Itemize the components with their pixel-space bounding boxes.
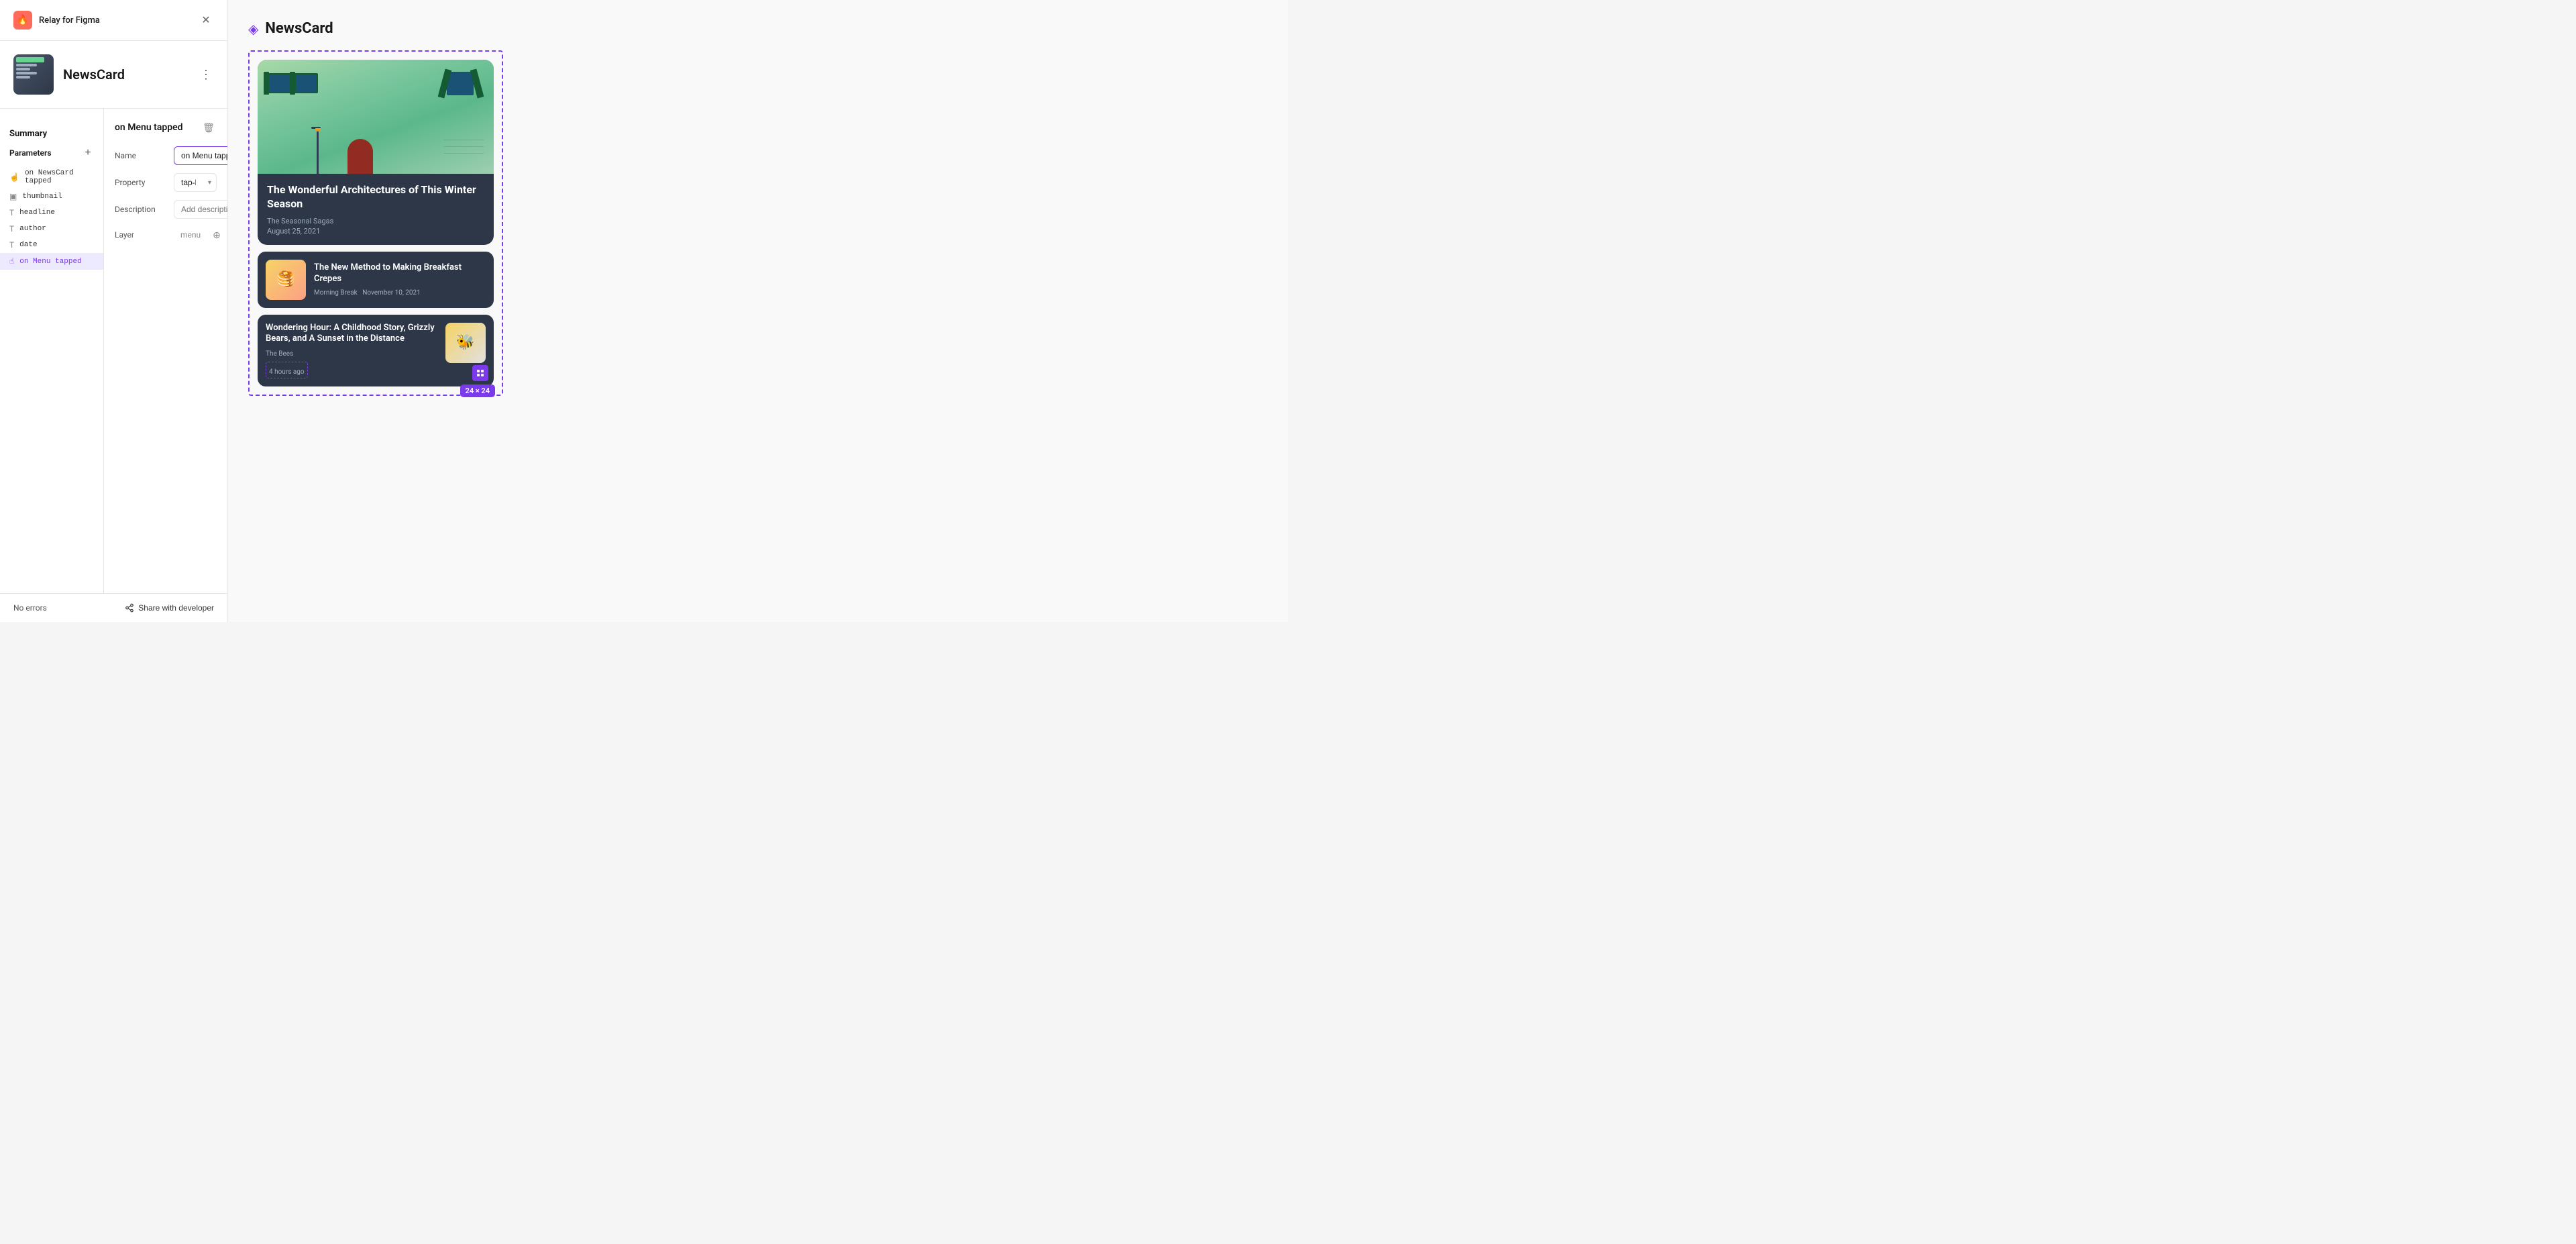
name-label: Name [115, 151, 168, 160]
bee-card: Wondering Hour: A Childhood Story, Grizz… [258, 315, 494, 387]
bee-date-selected: 4 hours ago [266, 362, 308, 378]
tap-icon: ☝ [9, 172, 19, 182]
tap-icon: ☝ [9, 256, 14, 266]
relay-icon: ◈ [248, 21, 258, 37]
bee-image: 🐝 [445, 323, 486, 363]
description-input[interactable] [174, 200, 227, 219]
menu-dot [477, 370, 480, 372]
params-header: Parameters + [0, 147, 103, 166]
component-info: NewsCard [13, 54, 125, 95]
property-label: Property [115, 178, 168, 187]
description-field-row: Description [115, 200, 217, 219]
layer-label: Layer [115, 230, 168, 240]
panel-footer: No errors Share with developer [0, 593, 227, 622]
crepe-title: The New Method to Making Breakfast Crepe… [314, 262, 486, 285]
param-name: on NewsCard tapped [25, 169, 94, 185]
params-section: Summary Parameters + ☝ on NewsCard tappe… [0, 109, 104, 593]
text-icon: T [9, 208, 14, 217]
property-select-wrapper: tap-handler click-handler swipe-handler … [174, 173, 217, 192]
right-panel: ◈ NewsCard [228, 0, 1288, 622]
param-name: author [19, 225, 46, 233]
layer-value: menu [174, 230, 207, 240]
component-header: NewsCard ⋮ [0, 41, 227, 109]
preview-title-row: ◈ NewsCard [248, 20, 333, 37]
property-field-row: Property tap-handler click-handler swipe… [115, 173, 217, 192]
news-card-inner: The Wonderful Architectures of This Wint… [258, 60, 494, 386]
param-item-date[interactable]: T date [0, 237, 103, 253]
no-errors-label: No errors [13, 603, 47, 613]
summary-tab: Summary [0, 119, 103, 139]
param-item-author[interactable]: T author [0, 221, 103, 237]
crepe-date: November 10, 2021 [362, 289, 421, 297]
app-title: Relay for Figma [39, 15, 100, 25]
menu-dot [481, 374, 484, 376]
crepe-author: Morning Break [314, 289, 358, 297]
target-button[interactable]: ⊕ [213, 227, 221, 243]
name-field-row: Name [115, 146, 217, 165]
left-panel: 🔥 Relay for Figma ✕ NewsCard ⋮ [0, 0, 228, 622]
param-name: on Menu tapped [19, 258, 81, 266]
params-label: Parameters [9, 148, 52, 158]
size-badge: 24 × 24 [460, 384, 495, 397]
crepe-image-art: 🥞 [266, 260, 306, 300]
featured-date: August 25, 2021 [267, 227, 484, 236]
summary-label: Summary [9, 129, 94, 139]
property-select[interactable]: tap-handler click-handler swipe-handler [174, 173, 217, 192]
add-param-button[interactable]: + [82, 147, 94, 159]
param-item-on-menu-tapped[interactable]: ☝ on Menu tapped [0, 253, 103, 270]
layer-field-row: Layer menu ⊕ [115, 227, 217, 243]
menu-dots [477, 370, 484, 376]
crepe-card-content: The New Method to Making Breakfast Crepe… [314, 262, 486, 297]
crepe-image: 🥞 [266, 260, 306, 300]
featured-author: The Seasonal Sagas [267, 217, 484, 225]
news-card-preview: The Wonderful Architectures of This Wint… [248, 50, 503, 396]
app-header-left: 🔥 Relay for Figma [13, 11, 100, 30]
bee-title: Wondering Hour: A Childhood Story, Grizz… [266, 323, 439, 346]
description-label: Description [115, 205, 168, 214]
app-logo: 🔥 [13, 11, 32, 30]
bee-date: 4 hours ago [269, 368, 305, 376]
menu-dot [477, 374, 480, 376]
name-input[interactable] [174, 146, 227, 165]
featured-content: The Wonderful Architectures of This Wint… [258, 174, 494, 245]
menu-icon-overlay [472, 365, 488, 381]
bee-author: The Bees [266, 350, 439, 358]
menu-dot [481, 370, 484, 372]
param-name: headline [19, 209, 55, 217]
bee-card-text: Wondering Hour: A Childhood Story, Grizz… [266, 323, 439, 379]
preview-title: NewsCard [265, 20, 333, 37]
featured-image [258, 60, 494, 174]
param-name: thumbnail [22, 193, 62, 201]
param-item-thumbnail[interactable]: ▣ thumbnail [0, 189, 103, 205]
bee-card-content: Wondering Hour: A Childhood Story, Grizz… [266, 323, 486, 379]
detail-header: on Menu tapped 🗑 [115, 119, 217, 136]
bee-image-art: 🐝 [445, 323, 486, 363]
text-icon: T [9, 240, 14, 250]
featured-card: The Wonderful Architectures of This Wint… [258, 60, 494, 245]
detail-title: on Menu tapped [115, 122, 183, 133]
crepe-card: 🥞 The New Method to Making Breakfast Cre… [258, 252, 494, 308]
image-icon: ▣ [9, 192, 17, 201]
component-thumbnail [13, 54, 54, 95]
param-name: date [19, 241, 37, 249]
param-item-headline[interactable]: T headline [0, 205, 103, 221]
text-icon: T [9, 224, 14, 234]
share-icon [125, 603, 134, 613]
detail-section: on Menu tapped 🗑 Name Property tap-handl… [104, 109, 227, 593]
share-button[interactable]: Share with developer [125, 603, 214, 613]
close-button[interactable]: ✕ [198, 12, 214, 28]
param-item-on-newscard-tapped[interactable]: ☝ on NewsCard tapped [0, 166, 103, 189]
panel-body: Summary Parameters + ☝ on NewsCard tappe… [0, 109, 227, 593]
component-name: NewsCard [63, 66, 125, 83]
crepe-meta: Morning Break November 10, 2021 [314, 289, 486, 297]
delete-button[interactable]: 🗑 [201, 119, 217, 136]
featured-title: The Wonderful Architectures of This Wint… [267, 183, 484, 211]
app-header: 🔥 Relay for Figma ✕ [0, 0, 227, 41]
share-label: Share with developer [138, 603, 214, 613]
more-button[interactable]: ⋮ [198, 66, 214, 83]
